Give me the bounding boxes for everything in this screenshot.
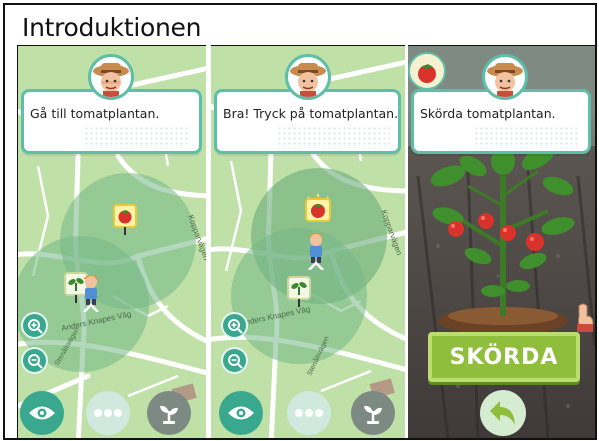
zoom-out-icon: [27, 353, 43, 369]
more-button[interactable]: [287, 391, 331, 435]
zoom-in-button[interactable]: [221, 312, 248, 339]
plant-icon: [160, 405, 178, 424]
farmer-avatar-icon: [88, 54, 134, 100]
screen-1-map: Anders Knapes Väg Kopparvägen Stenålsväg…: [17, 45, 206, 438]
instruction-text: Skörda tomatplantan.: [420, 106, 556, 121]
player-character-icon: [80, 272, 102, 313]
seedling-marker-icon[interactable]: [287, 276, 311, 310]
bubble-pattern: [277, 126, 390, 148]
plant-button[interactable]: [351, 391, 395, 435]
eye-icon: [29, 406, 55, 420]
bubble-pattern: [474, 126, 580, 148]
farmer-avatar-icon: [482, 54, 528, 100]
instruction-text: Gå till tomatplantan.: [30, 106, 160, 121]
more-button[interactable]: [86, 391, 130, 435]
plant-icon: [364, 405, 382, 424]
tomato-marker-icon[interactable]: [304, 194, 332, 230]
back-arrow-icon: [490, 401, 515, 425]
screen-3-camera: Skörda tomatplantan. SKÖRDA: [408, 45, 595, 438]
tomato-badge-icon: [408, 52, 446, 90]
view-button[interactable]: [20, 391, 64, 435]
zoom-in-button[interactable]: [21, 312, 48, 339]
page-title: Introduktionen: [22, 13, 202, 42]
more-dots-icon: [295, 409, 323, 417]
more-dots-icon: [94, 409, 122, 417]
bubble-pattern: [84, 126, 191, 148]
view-button[interactable]: [219, 391, 263, 435]
zoom-in-icon: [227, 318, 243, 334]
harvest-button[interactable]: SKÖRDA: [428, 332, 580, 382]
eye-icon: [228, 406, 254, 420]
zoom-out-button[interactable]: [221, 347, 248, 374]
farmer-avatar-icon: [285, 54, 331, 100]
plant-button[interactable]: [147, 391, 191, 435]
player-character-icon: [305, 230, 327, 271]
zoom-out-button[interactable]: [21, 347, 48, 374]
instruction-text: Bra! Tryck på tomatplantan.: [223, 106, 399, 121]
zoom-in-icon: [27, 318, 43, 334]
screen-2-map: Anders Knapes Väg Kopparvägen Stenålsväg…: [211, 45, 405, 438]
zoom-out-icon: [227, 353, 243, 369]
back-button[interactable]: [480, 390, 526, 436]
tomato-marker-icon[interactable]: [113, 204, 137, 235]
hand-pointer-icon: [575, 302, 595, 332]
